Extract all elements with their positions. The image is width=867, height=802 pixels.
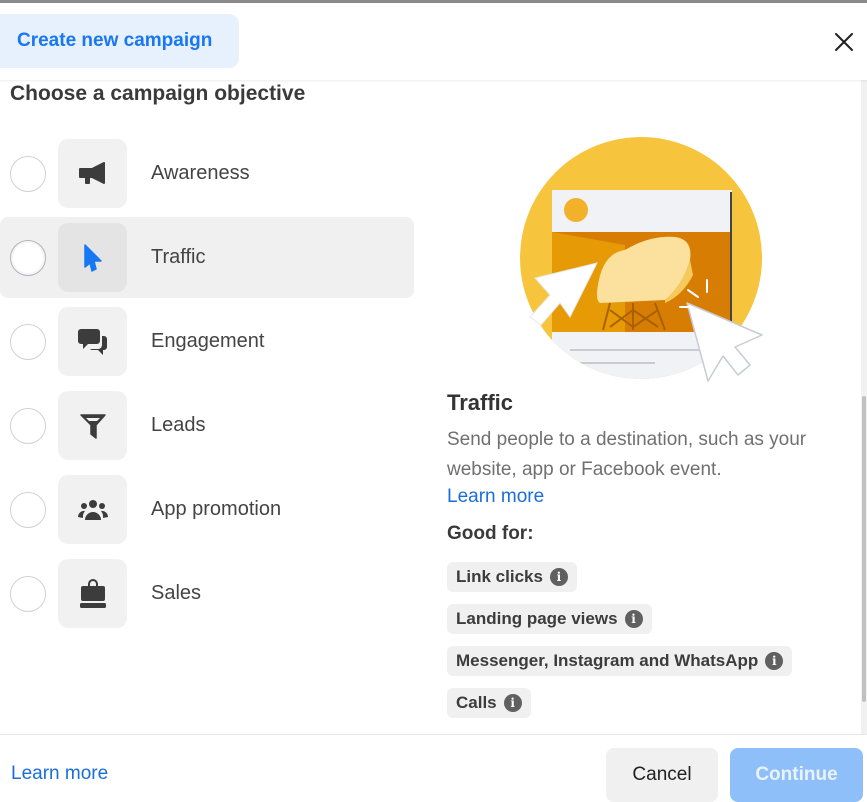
dialog-header: Create new campaign [0,3,867,80]
close-button[interactable] [830,28,858,56]
detail-learn-more-link[interactable]: Learn more [447,486,544,508]
good-for-label: Good for: [447,523,534,544]
radio-sales[interactable] [10,575,46,612]
tab-label: Create new campaign [17,30,213,51]
radio-engagement[interactable] [10,323,46,360]
chip-label: Link clicks [456,567,543,586]
icon-box [58,559,127,628]
megaphone-icon [78,161,105,184]
info-icon[interactable]: i [503,694,522,712]
chat-bubbles-icon [77,328,107,355]
option-label: Leads [151,414,206,436]
cursor-icon [83,243,102,272]
objective-option-app-promotion[interactable]: App promotion [0,469,414,550]
section-title: Choose a campaign objective [10,82,306,105]
option-label: Awareness [151,162,250,184]
option-label: Engagement [151,330,265,352]
objective-option-sales[interactable]: Sales [0,553,414,634]
info-icon[interactable]: i [765,652,784,670]
vertical-scrollbar[interactable] [861,80,867,734]
good-for-chip: Landing page views i [447,604,652,634]
good-for-chip: Link clicks i [447,562,577,592]
radio-awareness[interactable] [10,155,46,192]
option-label: App promotion [151,498,282,520]
detail-description: Send people to a destination, such as yo… [447,429,807,480]
info-icon[interactable]: i [549,568,568,586]
detail-title: Traffic [447,390,514,415]
chip-label: Messenger, Instagram and WhatsApp [456,651,759,670]
shopping-bag-icon [79,578,106,608]
close-icon [835,33,853,51]
cancel-button[interactable]: Cancel [606,748,718,802]
icon-box [58,307,127,376]
objective-option-leads[interactable]: Leads [0,385,414,466]
footer-learn-more-link[interactable]: Learn more [11,763,108,785]
funnel-icon [79,413,106,439]
good-for-chip: Messenger, Instagram and WhatsApp i [447,646,793,676]
radio-leads[interactable] [10,407,46,444]
chip-label: Landing page views [456,609,618,628]
people-group-icon [77,499,108,520]
option-label: Traffic [151,246,206,268]
option-label: Sales [151,582,202,604]
tab-create-new-campaign[interactable]: Create new campaign [0,14,239,68]
traffic-illustration [520,137,763,382]
scrollbar-thumb[interactable] [862,396,866,702]
dialog-body: Choose a campaign objective Awareness Tr… [0,80,867,734]
objective-option-traffic[interactable]: Traffic [0,217,414,298]
radio-traffic[interactable] [10,239,46,276]
icon-box [58,391,127,460]
info-icon[interactable]: i [624,610,643,628]
icon-box [58,475,127,544]
objective-option-engagement[interactable]: Engagement [0,301,414,382]
radio-app-promotion[interactable] [10,491,46,528]
dialog-footer: Learn more Cancel Continue [0,734,867,802]
icon-box [58,139,127,208]
objective-option-awareness[interactable]: Awareness [0,133,414,214]
continue-button[interactable]: Continue [730,748,863,802]
chip-label: Calls [456,693,497,712]
good-for-chip: Calls i [447,688,531,718]
icon-box [58,223,127,292]
